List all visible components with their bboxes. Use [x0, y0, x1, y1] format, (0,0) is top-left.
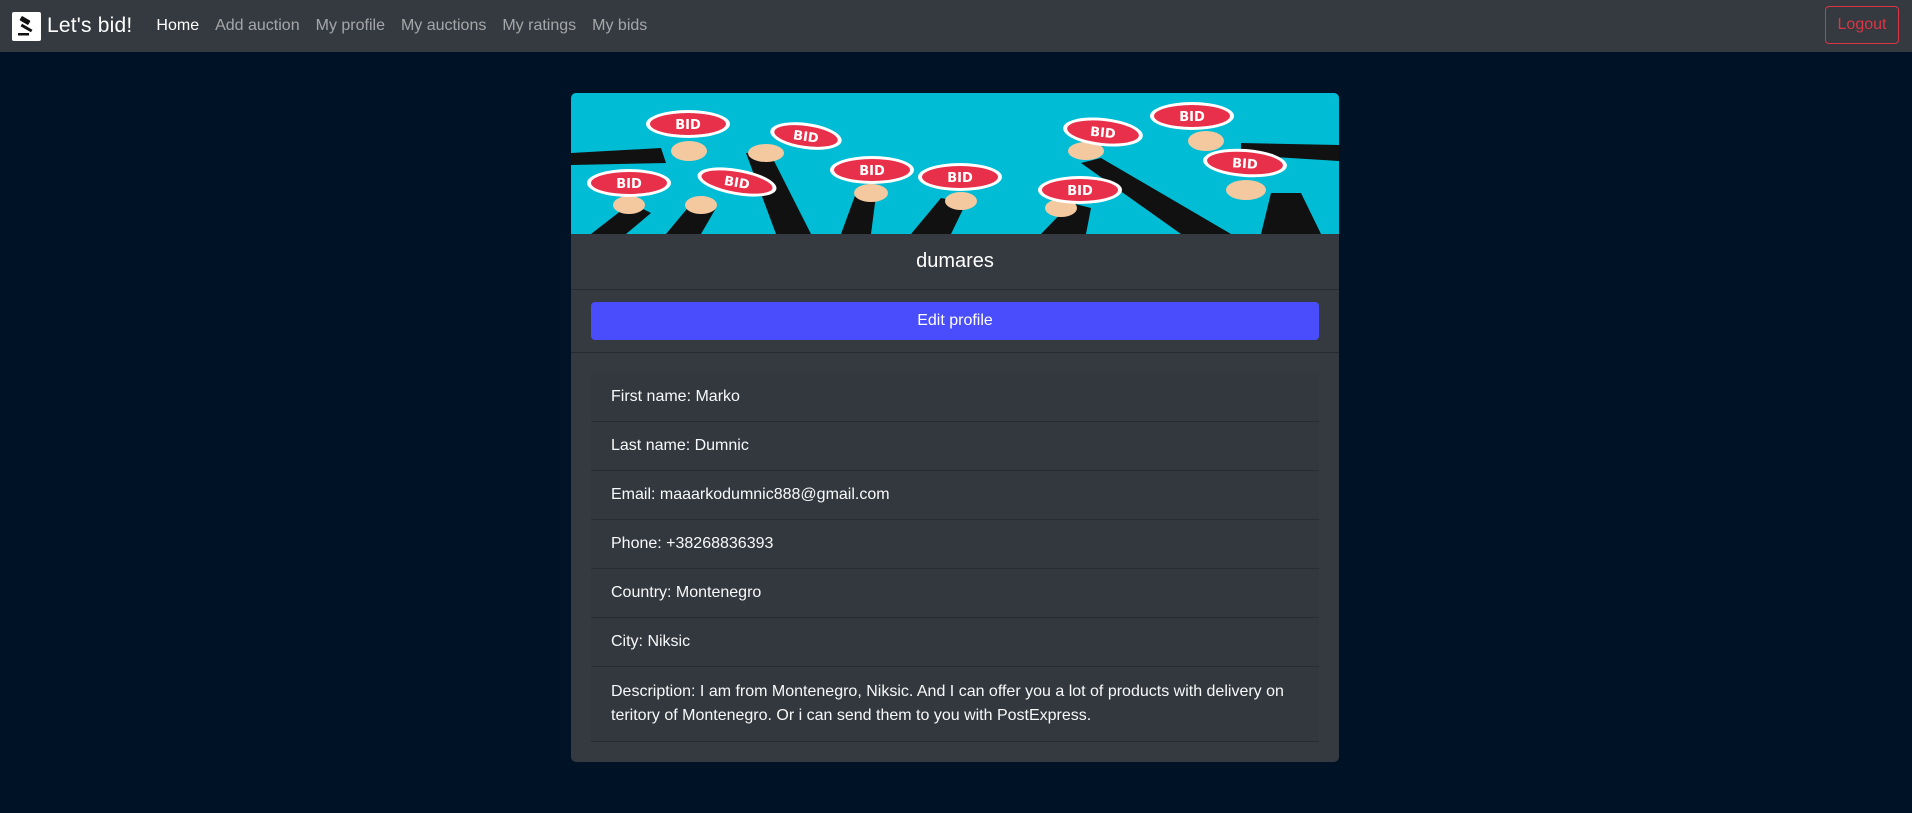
nav-my-bids[interactable]: My bids	[592, 17, 647, 35]
svg-text:BID: BID	[1179, 110, 1205, 125]
svg-text:BID: BID	[616, 177, 642, 192]
phone-item: Phone: +38268836393	[591, 520, 1319, 569]
svg-text:BID: BID	[1232, 156, 1259, 173]
nav-links: Home Add auction My profile My auctions …	[156, 17, 663, 35]
svg-text:BID: BID	[1067, 184, 1093, 199]
profile-username: dumares	[571, 234, 1339, 290]
nav-add-auction[interactable]: Add auction	[215, 17, 300, 35]
svg-text:BID: BID	[859, 164, 885, 179]
top-navbar: Let's bid! Home Add auction My profile M…	[0, 0, 1912, 52]
city-item: City: Niksic	[591, 618, 1319, 667]
description-item: Description: I am from Montenegro, Niksi…	[591, 667, 1319, 742]
brand-link[interactable]: Let's bid!	[12, 11, 133, 41]
nav-home[interactable]: Home	[156, 17, 199, 35]
email-item: Email: maaarkodumnic888@gmail.com	[591, 471, 1319, 520]
edit-profile-button[interactable]: Edit profile	[591, 302, 1319, 340]
profile-details-list: First name: Marko Last name: Dumnic Emai…	[591, 373, 1319, 742]
profile-card: BID BID BID BID BID BID BID BID BID BID …	[571, 93, 1339, 762]
brand-name: Let's bid!	[47, 14, 133, 37]
last-name-item: Last name: Dumnic	[591, 422, 1319, 471]
gavel-icon	[12, 11, 41, 41]
logout-button[interactable]: Logout	[1825, 6, 1899, 44]
nav-my-ratings[interactable]: My ratings	[502, 17, 576, 35]
nav-my-profile[interactable]: My profile	[316, 17, 385, 35]
country-item: Country: Montenegro	[591, 569, 1319, 618]
svg-text:BID: BID	[675, 118, 701, 133]
first-name-item: First name: Marko	[591, 373, 1319, 422]
edit-button-area: Edit profile	[571, 290, 1339, 353]
nav-my-auctions[interactable]: My auctions	[401, 17, 486, 35]
bid-banner-image: BID BID BID BID BID BID BID BID BID BID	[571, 93, 1339, 234]
svg-text:BID: BID	[947, 171, 973, 186]
svg-text:BID: BID	[1089, 125, 1116, 143]
